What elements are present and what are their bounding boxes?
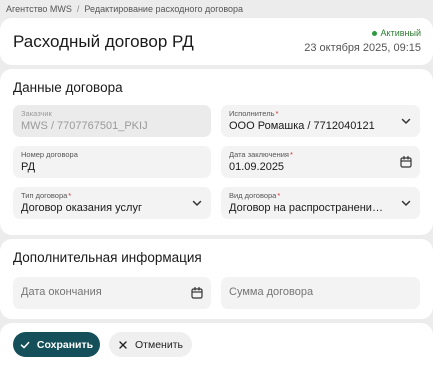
save-button[interactable]: Сохранить [13,332,100,357]
chevron-down-icon [401,118,411,124]
chevron-down-icon [192,200,202,206]
actions-card: Сохранить Отменить [0,323,433,370]
executor-value: ООО Ромашка / 7712040121 [229,120,375,132]
cancel-button-label: Отменить [135,338,183,351]
close-icon [119,340,127,349]
amount-placeholder: Сумма договора [229,286,314,298]
status-badge: Активный [371,28,421,38]
breadcrumb-root-link[interactable]: Агентство MWS [6,4,72,14]
section-title-contract: Данные договора [13,80,123,95]
check-icon [20,341,30,348]
contract-number-label: Номер договора [21,150,78,159]
additional-info-card: Дополнительная информация Дата окончания… [0,239,433,319]
customer-value: MWS / 7707767501_PKIJ [21,120,148,132]
breadcrumb: Агентство MWS / Редактирование расходног… [6,4,243,14]
header-card: Расходный договор РД Активный 23 октября… [0,18,433,65]
contract-kind-select[interactable]: Вид договора* Договор на распространение… [221,187,420,219]
customer-label: Заказчик [21,109,52,118]
end-date-input[interactable]: Дата окончания [13,277,211,309]
contract-date-value: 01.09.2025 [229,161,285,173]
customer-field: Заказчик MWS / 7707767501_PKIJ [13,105,211,137]
contract-kind-label: Вид договора* [229,191,281,200]
chevron-down-icon [401,200,411,206]
contract-date-label: Дата заключения* [229,150,293,159]
breadcrumb-separator: / [76,4,80,14]
amount-input[interactable]: Сумма договора [221,277,420,309]
executor-select[interactable]: Исполнитель* ООО Ромашка / 7712040121 [221,105,420,137]
contract-type-value: Договор оказания услуг [21,202,142,214]
breadcrumb-current: Редактирование расходного договора [84,4,244,14]
save-button-label: Сохранить [36,338,94,351]
calendar-icon[interactable] [190,286,204,300]
cancel-button[interactable]: Отменить [109,332,192,357]
calendar-icon[interactable] [399,155,413,169]
contract-type-select[interactable]: Тип договора* Договор оказания услуг [13,187,211,219]
contract-number-input[interactable]: Номер договора РД [13,146,211,178]
end-date-placeholder: Дата окончания [21,286,102,298]
status-text: Активный [380,28,421,38]
contract-number-value: РД [21,161,36,173]
page-title: Расходный договор РД [13,32,194,51]
status-dot-icon [371,30,377,36]
timestamp: 23 октября 2025, 09:15 [304,42,421,54]
contract-date-input[interactable]: Дата заключения* 01.09.2025 [221,146,420,178]
contract-type-label: Тип договора* [21,191,72,200]
contract-kind-value: Договор на распространение рек... [229,202,389,214]
contract-data-card: Данные договора Заказчик MWS / 770776750… [0,69,433,235]
executor-label: Исполнитель* [229,109,279,118]
section-title-additional: Дополнительная информация [13,250,202,265]
